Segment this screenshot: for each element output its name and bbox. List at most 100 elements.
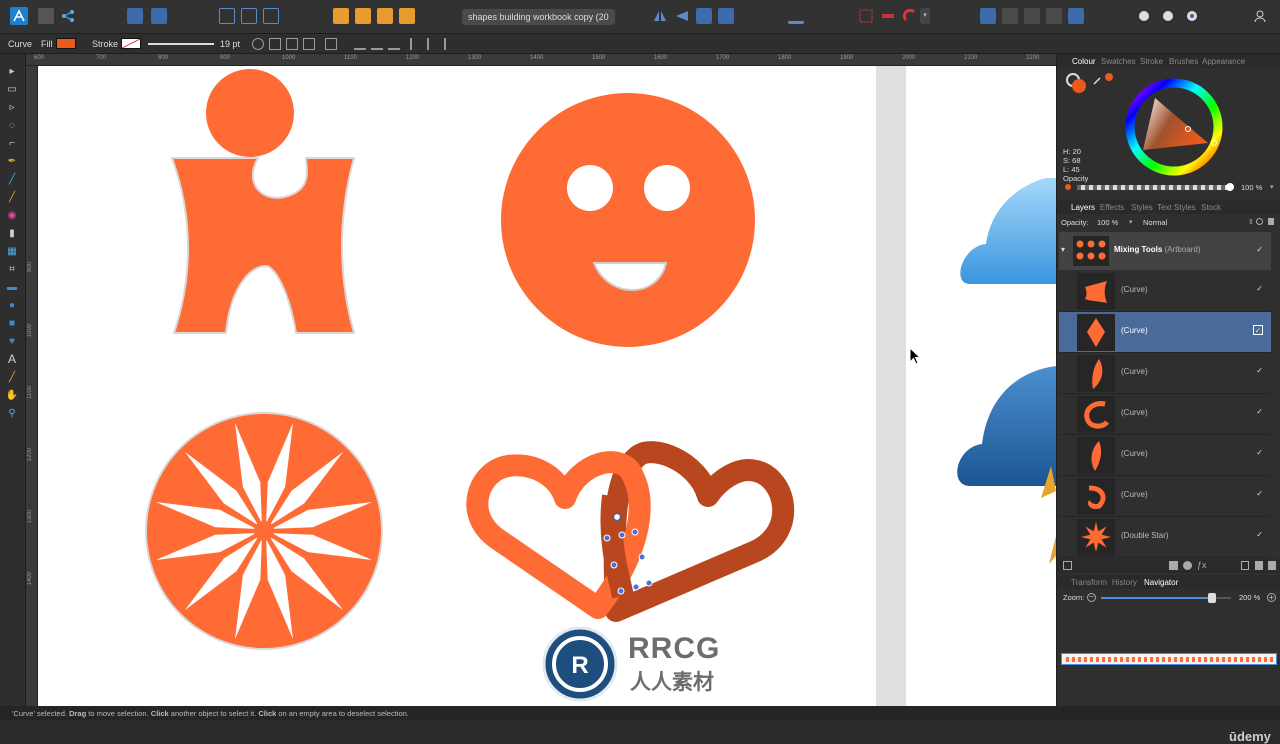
affinity-designer-logo-icon[interactable] (10, 7, 28, 25)
brush-tool-icon[interactable]: ╱ (5, 190, 19, 204)
document-title-tab[interactable]: shapes building workbook copy (20 (462, 9, 615, 25)
layer-row[interactable]: (Curve) ✓ (1059, 435, 1271, 476)
boolean-subtract-icon[interactable] (1002, 8, 1018, 24)
transform-mode-icon[interactable] (325, 38, 337, 50)
layer-row[interactable]: (Curve) ✓ (1059, 353, 1271, 394)
rotate-left-icon[interactable] (696, 8, 712, 24)
stroke-swatch[interactable] (121, 38, 141, 49)
fill-swatch[interactable] (56, 38, 76, 49)
layer-row[interactable]: (Curve) ✓ (1059, 271, 1271, 312)
zoom-in-icon[interactable]: + (1267, 593, 1276, 602)
layer-row[interactable]: (Curve) ✓ (1059, 394, 1271, 435)
visibility-check-icon[interactable]: ✓ (1256, 530, 1263, 539)
node-option-4-icon[interactable] (303, 38, 315, 50)
fill-stroke-selector[interactable] (1065, 72, 1087, 94)
snap-dropdown-icon[interactable]: ▾ (920, 8, 930, 24)
layer-settings-icon[interactable] (1256, 218, 1263, 225)
opacity-slider-handle[interactable] (1226, 183, 1234, 191)
transparency-tool-icon[interactable]: ▮ (5, 226, 19, 240)
interlocking-hearts-shape[interactable] (466, 441, 794, 622)
navigator-preview[interactable] (1061, 653, 1277, 665)
insert-inside-icon[interactable] (1184, 8, 1200, 24)
fill-tool-icon[interactable]: ◉ (5, 208, 19, 222)
insert-top-icon[interactable] (1160, 8, 1176, 24)
arrange-forward-icon[interactable] (377, 8, 393, 24)
visibility-check-icon[interactable]: ✓ (1256, 489, 1263, 498)
arrange-front-icon[interactable] (399, 8, 415, 24)
arrange-back-icon[interactable] (333, 8, 349, 24)
align-bottom-icon[interactable] (444, 38, 456, 50)
person-shape[interactable] (170, 69, 356, 334)
boolean-add-icon[interactable] (980, 8, 996, 24)
delete-layer-icon[interactable] (1268, 561, 1276, 570)
export-icon[interactable] (151, 8, 167, 24)
zoom-tool-icon[interactable]: ⚲ (5, 406, 19, 420)
tab-stroke[interactable]: Stroke (1140, 57, 1163, 66)
node-option-3-icon[interactable] (286, 38, 298, 50)
align-top-icon[interactable] (410, 38, 422, 50)
cloud-light-shape[interactable] (960, 178, 1056, 284)
grid-icon[interactable] (858, 8, 874, 24)
visibility-check-icon[interactable]: ✓ (1256, 366, 1263, 375)
blend-mode-dropdown-icon[interactable]: ⇕ (1248, 218, 1254, 226)
layers-stack-icon[interactable] (1063, 561, 1072, 570)
fx-icon[interactable]: ƒx (1197, 560, 1207, 570)
hand-tool-icon[interactable]: ✋ (5, 388, 19, 402)
snap-options-icon[interactable] (241, 8, 257, 24)
layer-opacity-dropdown-icon[interactable]: ▾ (1129, 218, 1133, 226)
tab-text-styles[interactable]: Text Styles (1157, 203, 1196, 212)
layer-row-selected[interactable]: (Curve) ✓ (1059, 312, 1271, 353)
tab-navigator[interactable]: Navigator (1144, 578, 1178, 587)
tab-styles[interactable]: Styles (1131, 203, 1153, 212)
layer-row[interactable]: (Curve) ✓ (1059, 476, 1271, 517)
zoom-slider-handle[interactable] (1207, 593, 1216, 603)
visibility-check-icon[interactable]: ✓ (1253, 325, 1263, 335)
rounded-rectangle-tool-icon[interactable]: ■ (5, 316, 19, 330)
tab-brushes[interactable]: Brushes (1169, 57, 1198, 66)
stroke-width-slider[interactable] (148, 43, 214, 45)
tab-stock[interactable]: Stock (1201, 203, 1221, 212)
color-picker-tool-icon[interactable]: ╱ (5, 370, 19, 384)
tab-layers[interactable]: Layers (1071, 203, 1095, 212)
expand-arrow-icon[interactable]: ▾ (1061, 245, 1065, 254)
magnet-icon[interactable] (902, 8, 918, 24)
eyedropper-icon[interactable] (1093, 72, 1103, 85)
tab-history[interactable]: History (1112, 578, 1137, 587)
crop-tool-icon[interactable]: ⌗ (5, 262, 19, 276)
node-option-2-icon[interactable] (269, 38, 281, 50)
arrange-backward-icon[interactable] (355, 8, 371, 24)
tab-effects[interactable]: Effects (1100, 203, 1124, 212)
layer-row[interactable]: (Double Star) ✓ (1059, 517, 1271, 558)
boolean-divide-icon[interactable] (1068, 8, 1084, 24)
document-setup-icon[interactable] (127, 8, 143, 24)
zoom-out-icon[interactable]: − (1087, 593, 1096, 602)
zoom-value[interactable]: 200 % (1239, 593, 1260, 602)
place-image-tool-icon[interactable]: ▦ (5, 244, 19, 258)
pen-tool-icon[interactable]: ✒ (5, 154, 19, 168)
opacity-value[interactable]: 100 % (1241, 183, 1262, 192)
text-tool-icon[interactable]: A (5, 352, 19, 366)
share-icon[interactable] (60, 8, 76, 24)
layer-lock-icon[interactable] (1268, 218, 1274, 225)
adjustment-icon[interactable] (1183, 561, 1192, 570)
opacity-dropdown-icon[interactable]: ▾ (1270, 183, 1274, 191)
rotate-right-icon[interactable] (718, 8, 734, 24)
flip-horizontal-icon[interactable] (652, 8, 668, 24)
boolean-xor-icon[interactable] (1046, 8, 1062, 24)
snapping-icon[interactable] (219, 8, 235, 24)
mask-icon[interactable] (1169, 561, 1178, 570)
account-icon[interactable] (1252, 8, 1268, 24)
visibility-check-icon[interactable]: ✓ (1256, 245, 1263, 254)
add-layer-icon[interactable] (1241, 561, 1249, 570)
align-middle-icon[interactable] (427, 38, 439, 50)
pencil-tool-icon[interactable]: ╱ (5, 172, 19, 186)
pixel-persona-icon[interactable] (38, 8, 54, 24)
visibility-check-icon[interactable]: ✓ (1256, 448, 1263, 457)
tab-colour[interactable]: Colour (1072, 57, 1096, 66)
tab-appearance[interactable]: Appearance (1202, 57, 1245, 66)
corner-tool-icon[interactable]: ⌐ (5, 136, 19, 150)
colour-wheel[interactable] (1125, 78, 1223, 176)
opacity-slider[interactable] (1077, 185, 1229, 190)
transform-origin-icon[interactable] (263, 8, 279, 24)
artboard-mixing-tools[interactable] (38, 66, 876, 706)
